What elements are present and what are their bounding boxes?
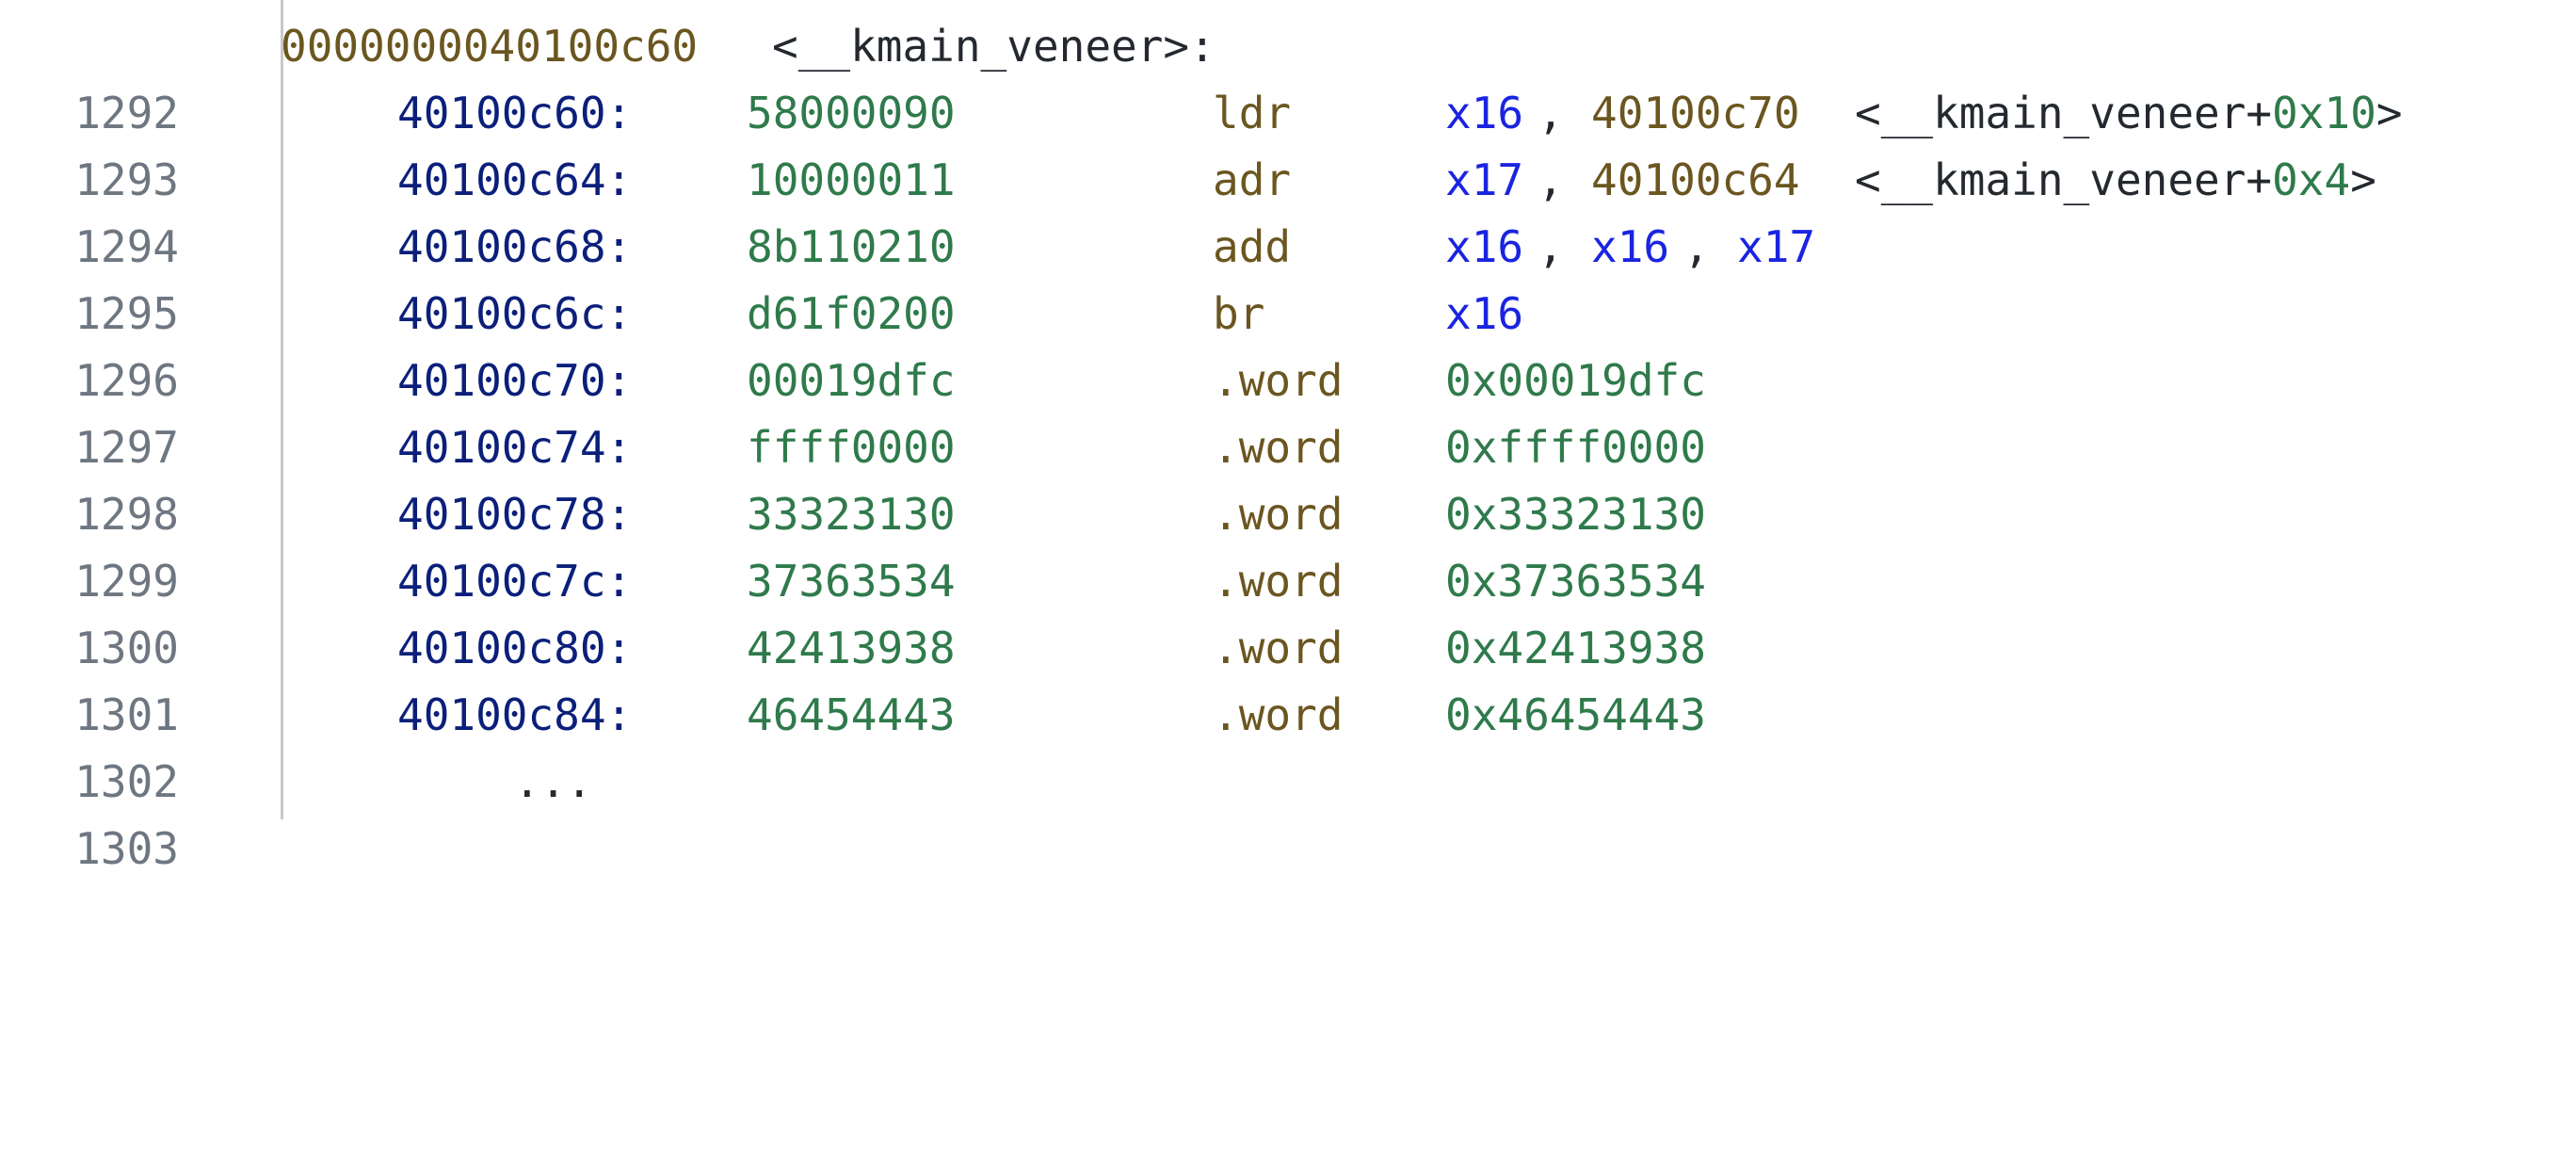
symbol-name: <__kmain_veneer+ [1855,88,2273,138]
code-line[interactable]: 1293 40100c60: 58000090 ldr x16 , 40100c… [0,80,2576,205]
register-operand: x16 [1591,221,1670,272]
mnemonic: add [1213,221,1292,272]
word-value: 0x00019dfc [1445,355,1706,406]
word-value: 0x46454443 [1445,689,1706,740]
instruction-bytes: 8b110210 [747,221,956,272]
register-operand: x17 [1445,154,1524,205]
code-line[interactable]: 1301 40100c80: 42413938 .word 0x42413938 [0,615,2576,740]
operand-separator: , [1538,88,1564,138]
symbol-close: > [2375,88,2403,138]
operand-separator: , [1538,221,1564,272]
instruction-address: 40100c7c: [397,556,633,607]
instruction-bytes: 37363534 [747,556,956,607]
symbol-close: > [2350,154,2376,205]
mnemonic: .word [1213,623,1344,673]
mnemonic: .word [1213,422,1344,473]
instruction-bytes: d61f0200 [747,288,956,339]
symbol-reference: <__kmain_veneer+0x4> [1855,147,2376,214]
mnemonic: .word [1213,355,1344,406]
instruction-address: 40100c80: [397,623,633,673]
code-line[interactable]: 1294 40100c64: 10000011 adr x17 , 40100c… [0,147,2576,272]
instruction-bytes: 46454443 [747,689,956,740]
instruction-address: 40100c64: [397,154,633,205]
ellipsis: ... [514,756,593,807]
register-operand: x17 [1737,221,1816,272]
register-operand: x16 [1445,221,1524,272]
operand-separator: , [1683,221,1710,272]
line-number: 1303 [74,823,179,874]
instruction-bytes: ffff0000 [747,422,956,473]
branch-target-address: 40100c70 [1591,88,1800,138]
mnemonic: .word [1213,689,1344,740]
instruction-address: 40100c74: [397,422,633,473]
function-label: <__kmain_veneer>: [772,21,1216,72]
code-line[interactable]: 1295 40100c68: 8b110210 add x16 , x16 , … [0,214,2576,339]
instruction-bytes: 58000090 [747,88,956,138]
symbol-name: <__kmain_veneer+ [1855,154,2273,205]
code-line-ellipsis[interactable]: 1303 ... [0,749,2576,874]
mnemonic: adr [1213,154,1292,205]
instruction-address: 40100c70: [397,355,633,406]
register-operand: x16 [1445,288,1524,339]
operand-separator: , [1538,154,1564,205]
function-address: 0000000040100c60 [281,21,699,72]
disassembly-editor[interactable]: 1292 0000000040100c60 <__kmain_veneer>: … [0,0,2576,874]
mnemonic: .word [1213,489,1344,540]
symbol-offset: 0x4 [2272,154,2351,205]
instruction-address: 40100c84: [397,689,633,740]
mnemonic: ldr [1213,88,1292,138]
instruction-bytes: 10000011 [747,154,956,205]
instruction-address: 40100c60: [397,88,633,138]
instruction-bytes: 00019dfc [747,355,956,406]
instruction-address: 40100c78: [397,489,633,540]
code-line[interactable]: 1298 40100c74: ffff0000 .word 0xffff0000 [0,414,2576,540]
instruction-address: 40100c68: [397,221,633,272]
code-line[interactable]: 1300 40100c7c: 37363534 .word 0x37363534 [0,548,2576,673]
word-value: 0x42413938 [1445,623,1706,673]
symbol-reference: <__kmain_veneer+0x10> [1855,80,2403,147]
code-line[interactable]: 1299 40100c78: 33323130 .word 0x33323130 [0,481,2576,607]
word-value: 0xffff0000 [1445,422,1706,473]
mnemonic: br [1213,288,1265,339]
branch-target-address: 40100c64 [1591,154,1800,205]
code-line[interactable]: 1296 40100c6c: d61f0200 br x16 [0,281,2576,406]
word-value: 0x33323130 [1445,489,1706,540]
register-operand: x16 [1445,88,1524,138]
mnemonic: .word [1213,556,1344,607]
instruction-bytes: 42413938 [747,623,956,673]
symbol-offset: 0x10 [2272,88,2376,138]
word-value: 0x37363534 [1445,556,1706,607]
code-line[interactable]: 1297 40100c70: 00019dfc .word 0x00019dfc [0,348,2576,473]
code-line[interactable]: 1302 40100c84: 46454443 .word 0x46454443 [0,682,2576,807]
instruction-address: 40100c6c: [397,288,633,339]
instruction-bytes: 33323130 [747,489,956,540]
code-line-header[interactable]: 1292 0000000040100c60 <__kmain_veneer>: [0,13,2576,138]
